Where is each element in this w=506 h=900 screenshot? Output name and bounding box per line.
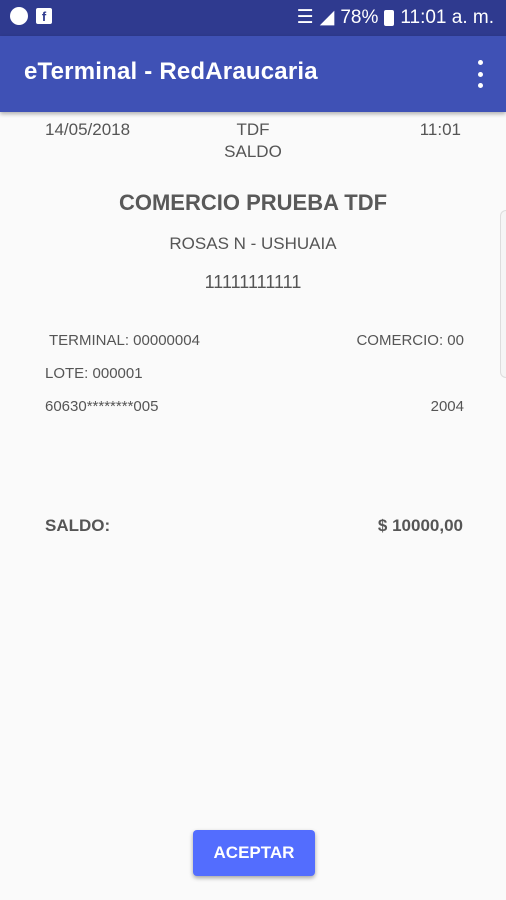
accept-button[interactable]: ACEPTAR <box>193 830 315 876</box>
app-title: eTerminal - RedAraucaria <box>24 58 318 85</box>
balance-amount: $ 10000,00 <box>377 516 463 535</box>
merchant-number: COMERCIO: 00 <box>356 332 464 349</box>
receipt-time: 11:01 <box>419 120 461 139</box>
status-bar: f ☰ ◢ 78% 11:01 a. m. <box>0 0 506 36</box>
merchant-address: ROSAS N - USHUAIA <box>169 234 337 253</box>
battery-icon <box>384 9 395 26</box>
balance-label: SALDO: <box>45 516 111 535</box>
signal-icon: ◢ <box>319 7 335 28</box>
transaction-type: SALDO <box>224 142 282 161</box>
battery-percent: 78% <box>340 6 379 28</box>
overflow-menu-icon[interactable] <box>474 60 486 88</box>
clock: 11:01 a. m. <box>400 6 494 28</box>
batch-number: LOTE: 000001 <box>45 365 143 382</box>
facebook-icon: f <box>36 8 52 24</box>
terminal-number: TERMINAL: 00000004 <box>49 332 200 349</box>
scroll-edge-handle[interactable] <box>500 210 506 378</box>
app-bar: eTerminal - RedAraucaria <box>0 36 506 112</box>
merchant-name: COMERCIO PRUEBA TDF <box>118 190 388 215</box>
merchant-phone: 11111111111 <box>204 272 302 292</box>
card-number: 60630********005 <box>45 398 159 415</box>
app-notification-icon <box>10 7 28 25</box>
card-expiry: 2004 <box>430 398 464 415</box>
wifi-icon: ☰ <box>296 7 314 28</box>
